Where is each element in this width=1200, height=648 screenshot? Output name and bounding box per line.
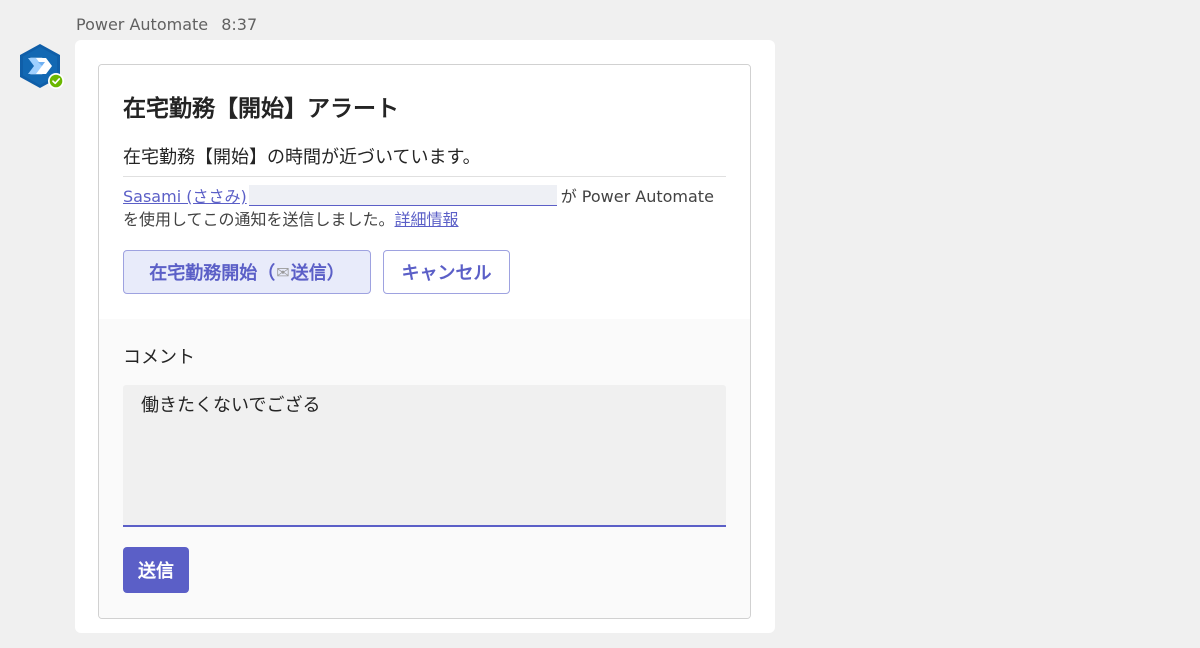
chat-message-page: Power Automate 8:37 在宅勤務【開始】アラート 在宅勤務【開始… (0, 0, 1200, 648)
comment-label: コメント (123, 347, 195, 368)
comment-textarea[interactable]: 働きたくないでござる (123, 385, 726, 527)
message-time: 8:37 (221, 15, 258, 34)
user-link[interactable]: Sasami (ささみ) (123, 187, 247, 206)
start-button-label-prefix: 在宅勤務開始（ (149, 263, 276, 284)
send-button[interactable]: 送信 (123, 547, 189, 593)
notice-app-text: が Power Automate (560, 187, 714, 206)
redacted-email (248, 185, 557, 206)
cancel-button[interactable]: キャンセル (383, 250, 510, 294)
sender-name: Power Automate (76, 15, 209, 34)
comment-section: コメント 働きたくないでござる 送信 (99, 319, 750, 618)
envelope-icon: ✉ (276, 262, 290, 282)
bot-avatar[interactable] (16, 43, 66, 91)
message-header: Power Automate 8:37 (76, 15, 257, 34)
divider (123, 176, 726, 177)
card-subtitle: 在宅勤務【開始】の時間が近づいています。 (123, 147, 481, 168)
more-info-link[interactable]: 詳細情報 (395, 210, 459, 229)
message-bubble: 在宅勤務【開始】アラート 在宅勤務【開始】の時間が近づいています。 Sasami… (75, 40, 775, 633)
card-body: 在宅勤務【開始】アラート 在宅勤務【開始】の時間が近づいています。 Sasami… (99, 65, 750, 319)
power-automate-logo-icon (20, 44, 64, 89)
presence-available-icon (49, 74, 63, 88)
card-title: 在宅勤務【開始】アラート (123, 96, 399, 122)
start-button-label-suffix: 送信） (290, 263, 345, 284)
notice-text: を使用してこの通知を送信しました。 (123, 210, 395, 229)
flow-notice: Sasami (ささみ) が Power Automate を使用してこの通知を送… (123, 185, 733, 231)
start-remote-work-button[interactable]: 在宅勤務開始（ ✉ 送信） (123, 250, 371, 294)
adaptive-card: 在宅勤務【開始】アラート 在宅勤務【開始】の時間が近づいています。 Sasami… (98, 64, 751, 619)
